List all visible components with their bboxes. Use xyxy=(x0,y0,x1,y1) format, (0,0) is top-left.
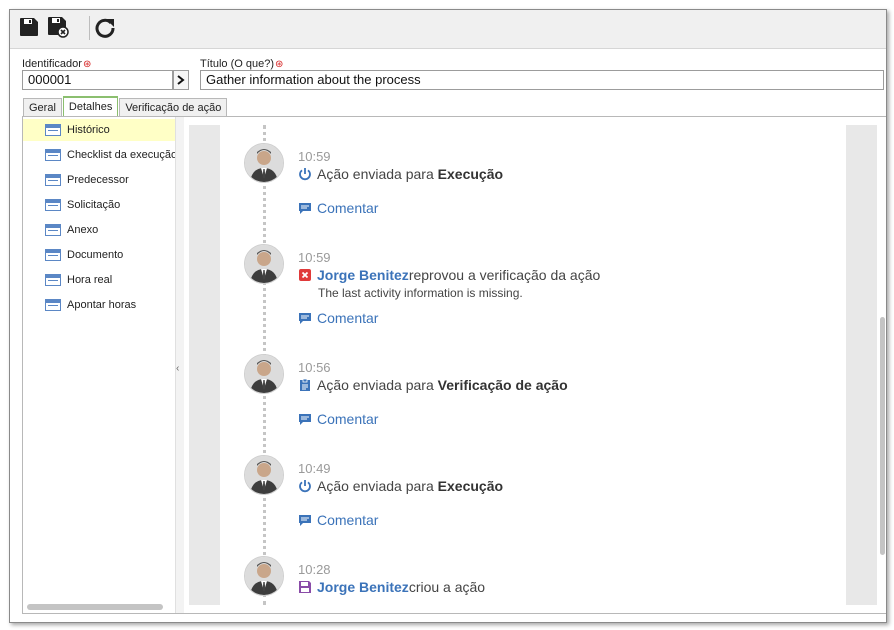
entry-user-link[interactable]: Jorge Benitez xyxy=(317,579,409,595)
tab-detalhes[interactable]: Detalhes xyxy=(62,96,119,117)
required-icon: ⊛ xyxy=(82,59,92,70)
refresh-icon xyxy=(95,18,115,38)
entry-message: Ação enviada para Verificação de ação xyxy=(298,377,568,393)
comment-icon xyxy=(299,414,311,425)
list-icon xyxy=(45,124,61,136)
sidebar-item-documento[interactable]: Documento xyxy=(23,244,175,266)
entry-user-link[interactable]: Jorge Benitez xyxy=(317,267,409,283)
comment-label: Comentar xyxy=(317,310,379,326)
title-field[interactable]: Gather information about the process xyxy=(200,70,884,90)
save-icon xyxy=(299,581,311,593)
sidebar-item-label: Anexo xyxy=(67,224,99,236)
list-icon xyxy=(45,174,61,186)
save-and-close-icon xyxy=(48,17,69,38)
entry-text: reprovou a verificação da ação xyxy=(408,267,601,283)
sidebar-item-label: Checklist da execução xyxy=(67,149,175,161)
entry-time: 10:59 xyxy=(298,250,331,265)
comment-label: Comentar xyxy=(317,512,379,528)
refresh-button[interactable] xyxy=(92,14,118,40)
sidebar-item-label: Predecessor xyxy=(67,174,129,186)
app-window: Identificador⊛ 000001 Título (O que?)⊛ G… xyxy=(9,9,887,623)
power-icon xyxy=(299,168,311,181)
reject-icon xyxy=(299,269,311,281)
list-icon xyxy=(45,249,61,261)
sidebar-item-historico[interactable]: Histórico xyxy=(23,119,175,141)
title-label: Título (O que?)⊛ xyxy=(200,58,284,70)
avatar xyxy=(244,354,284,394)
list-icon xyxy=(45,224,61,236)
comment-link[interactable]: Comentar xyxy=(298,200,378,216)
entry-text: Ação enviada para xyxy=(317,166,434,182)
avatar xyxy=(244,455,284,495)
identifier-label: Identificador⊛ xyxy=(22,58,92,70)
entry-message: Ação enviada para Execução xyxy=(298,166,503,182)
sidebar-item-label: Documento xyxy=(67,249,124,261)
sidebar-horizontal-scrollbar[interactable] xyxy=(27,604,163,610)
entry-message: Jorge Benitez reprovou a verificação da … xyxy=(298,267,600,283)
toolbar xyxy=(10,10,886,49)
comment-label: Comentar xyxy=(317,411,379,427)
sidebar-item-predecessor[interactable]: Predecessor xyxy=(23,169,175,191)
history-timeline: 10:59 Ação enviada para Execução Comenta… xyxy=(220,125,846,605)
avatar xyxy=(244,556,284,596)
tab-verificacao[interactable]: Verificação de ação xyxy=(119,98,228,117)
avatar xyxy=(244,244,284,284)
sidebar-item-checklist[interactable]: Checklist da execução xyxy=(23,144,175,166)
comment-icon xyxy=(299,203,311,214)
sidebar: Histórico Checklist da execução Predeces… xyxy=(23,117,175,613)
entry-note: The last activity information is missing… xyxy=(318,286,523,300)
chevron-right-icon xyxy=(177,75,185,85)
entry-status: Execução xyxy=(437,166,504,182)
power-icon xyxy=(299,480,311,493)
entry-message: Ação enviada para Execução xyxy=(298,478,503,494)
required-icon: ⊛ xyxy=(274,59,284,70)
entry-time: 10:49 xyxy=(298,461,331,476)
comment-link[interactable]: Comentar xyxy=(298,310,378,326)
comment-label: Comentar xyxy=(317,200,379,216)
entry-text: criou a ação xyxy=(408,579,486,595)
entry-status: Verificação de ação xyxy=(437,377,568,393)
list-icon xyxy=(45,149,61,161)
comment-link[interactable]: Comentar xyxy=(298,512,378,528)
sidebar-item-anexo[interactable]: Anexo xyxy=(23,219,175,241)
entry-text: Ação enviada para xyxy=(317,478,434,494)
details-panel: Histórico Checklist da execução Predeces… xyxy=(22,116,886,614)
entry-message: Jorge Benitez criou a ação xyxy=(298,579,485,595)
clipboard-icon xyxy=(300,378,310,391)
entry-time: 10:56 xyxy=(298,360,331,375)
entry-time: 10:28 xyxy=(298,562,331,577)
comment-link[interactable]: Comentar xyxy=(298,411,378,427)
sidebar-item-solicitacao[interactable]: Solicitação xyxy=(23,194,175,216)
comment-icon xyxy=(299,313,311,324)
tab-geral[interactable]: Geral xyxy=(23,98,62,117)
save-button[interactable] xyxy=(16,14,42,40)
comment-icon xyxy=(299,515,311,526)
entry-status: Execução xyxy=(437,478,504,494)
sidebar-item-label: Apontar horas xyxy=(67,299,137,311)
save-and-close-button[interactable] xyxy=(45,14,71,40)
sidebar-item-label: Hora real xyxy=(67,274,113,286)
sidebar-item-label: Solicitação xyxy=(67,199,121,211)
chevron-left-icon: ‹ xyxy=(176,363,180,374)
sidebar-item-label: Histórico xyxy=(67,124,110,136)
entry-text: Ação enviada para xyxy=(317,377,434,393)
list-icon xyxy=(45,199,61,211)
list-icon xyxy=(45,299,61,311)
save-icon xyxy=(20,18,38,36)
identifier-field[interactable]: 000001 xyxy=(22,70,173,90)
list-icon xyxy=(45,274,61,286)
toolbar-separator xyxy=(89,16,90,40)
panel-splitter[interactable]: ‹ xyxy=(175,117,184,613)
sidebar-item-hora-real[interactable]: Hora real xyxy=(23,269,175,291)
identifier-go-button[interactable] xyxy=(173,70,189,90)
tab-bar: Geral Detalhes Verificação de ação xyxy=(23,96,228,117)
timeline-vertical-scrollbar[interactable] xyxy=(880,317,885,555)
avatar xyxy=(244,143,284,183)
entry-time: 10:59 xyxy=(298,149,331,164)
sidebar-item-apontar-horas[interactable]: Apontar horas xyxy=(23,294,175,316)
